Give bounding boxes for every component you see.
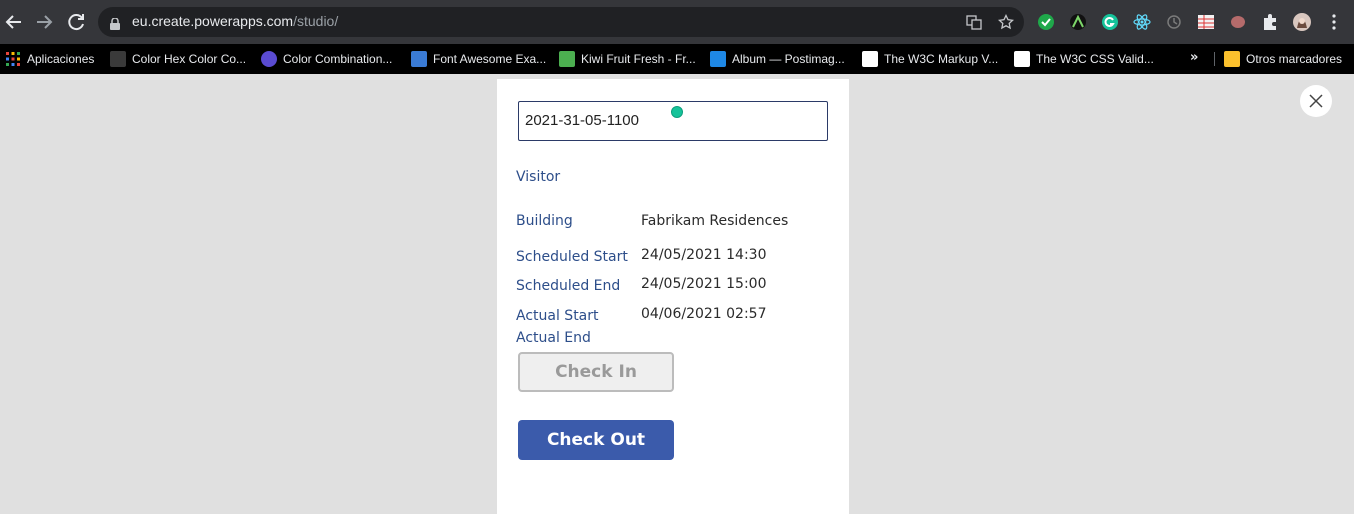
actual-start-value: 04/06/2021 02:57 — [641, 306, 767, 322]
bookmark-w3c-markup[interactable]: The W3C Markup V... — [862, 44, 998, 74]
translate-icon[interactable] — [966, 14, 982, 30]
actual-end-label: Actual End — [516, 330, 591, 346]
puzzle-icon[interactable] — [1260, 12, 1280, 32]
bookmark-label: The W3C CSS Valid... — [1036, 52, 1154, 66]
w3c-icon — [862, 51, 878, 67]
bookmarks-divider — [1214, 52, 1215, 66]
actual-start-label: Actual Start — [516, 308, 599, 324]
browser-toolbar: eu.create.powerapps.com/studio/ — [0, 0, 1354, 44]
back-icon[interactable] — [2, 10, 26, 34]
lock-icon — [110, 15, 120, 30]
bookmark-label: Otros marcadores — [1246, 52, 1343, 66]
grammarly-badge-icon[interactable] — [671, 106, 683, 118]
scheduled-end-label: Scheduled End — [516, 278, 621, 294]
bookmark-star-icon[interactable] — [997, 13, 1015, 30]
address-bar[interactable]: eu.create.powerapps.com/studio/ — [98, 7, 1024, 37]
color-hex-icon — [110, 51, 126, 67]
bookmark-label: Aplicaciones — [27, 52, 95, 66]
visit-detail-panel: 2021-31-05-1100 Visitor Building Fabrika… — [497, 79, 849, 514]
bookmark-color-hex[interactable]: Color Hex Color Co... — [110, 44, 246, 74]
scheduled-start-label: Scheduled Start — [516, 249, 628, 265]
bookmark-kiwi[interactable]: Kiwi Fruit Fresh - Fr... — [559, 44, 696, 74]
bookmark-other[interactable]: Otros marcadores — [1224, 44, 1342, 74]
flag-icon — [411, 51, 427, 67]
bookmark-label: Font Awesome Exa... — [433, 52, 547, 66]
bookmark-w3c-css[interactable]: The W3C CSS Valid... — [1014, 44, 1154, 74]
bookmark-font-awesome[interactable]: Font Awesome Exa... — [411, 44, 546, 74]
bookmark-label: Color Combination... — [283, 52, 393, 66]
close-button[interactable] — [1300, 85, 1332, 117]
bookmark-apps[interactable]: Aplicaciones — [5, 44, 94, 74]
bookmark-label: Kiwi Fruit Fresh - Fr... — [581, 52, 696, 66]
react-devtools-icon[interactable] — [1132, 12, 1152, 32]
bookmark-postimages[interactable]: Album — Postimag... — [710, 44, 845, 74]
forward-icon[interactable] — [32, 10, 56, 34]
check-in-button[interactable]: Check In — [518, 352, 674, 392]
postimages-icon — [710, 51, 726, 67]
color-combination-icon — [261, 51, 277, 67]
brain-extension-icon[interactable] — [1228, 12, 1248, 32]
menu-kebab-icon[interactable] — [1324, 12, 1344, 32]
w3c-css-icon — [1014, 51, 1030, 67]
folder-icon — [1224, 51, 1240, 67]
bookmarks-bar: Aplicaciones Color Hex Color Co... Color… — [0, 44, 1354, 74]
building-label: Building — [516, 213, 573, 229]
visitor-label: Visitor — [516, 169, 561, 185]
check-extension-icon[interactable] — [1038, 14, 1054, 30]
bookmark-label: Album — Postimag... — [732, 52, 845, 66]
table-extension-icon[interactable] — [1196, 12, 1216, 32]
url-text: eu.create.powerapps.com/studio/ — [132, 13, 339, 29]
scheduled-end-value: 24/05/2021 15:00 — [641, 276, 767, 292]
bookmarks-overflow-chevron[interactable]: » — [1190, 50, 1198, 65]
close-icon — [1309, 94, 1323, 108]
grammarly-icon[interactable] — [1102, 14, 1118, 30]
bookmark-color-combination[interactable]: Color Combination... — [261, 44, 392, 74]
sync-extension-icon[interactable] — [1164, 12, 1184, 32]
extension-a-icon[interactable] — [1070, 14, 1086, 30]
check-out-button[interactable]: Check Out — [518, 420, 674, 460]
profile-avatar-icon[interactable] — [1292, 12, 1312, 32]
bookmark-label: The W3C Markup V... — [884, 52, 999, 66]
scheduled-start-value: 24/05/2021 14:30 — [641, 247, 767, 263]
bookmark-label: Color Hex Color Co... — [132, 52, 247, 66]
px-icon — [559, 51, 575, 67]
building-value: Fabrikam Residences — [641, 213, 789, 229]
apps-grid-icon — [5, 51, 21, 67]
reload-icon[interactable] — [64, 10, 88, 34]
